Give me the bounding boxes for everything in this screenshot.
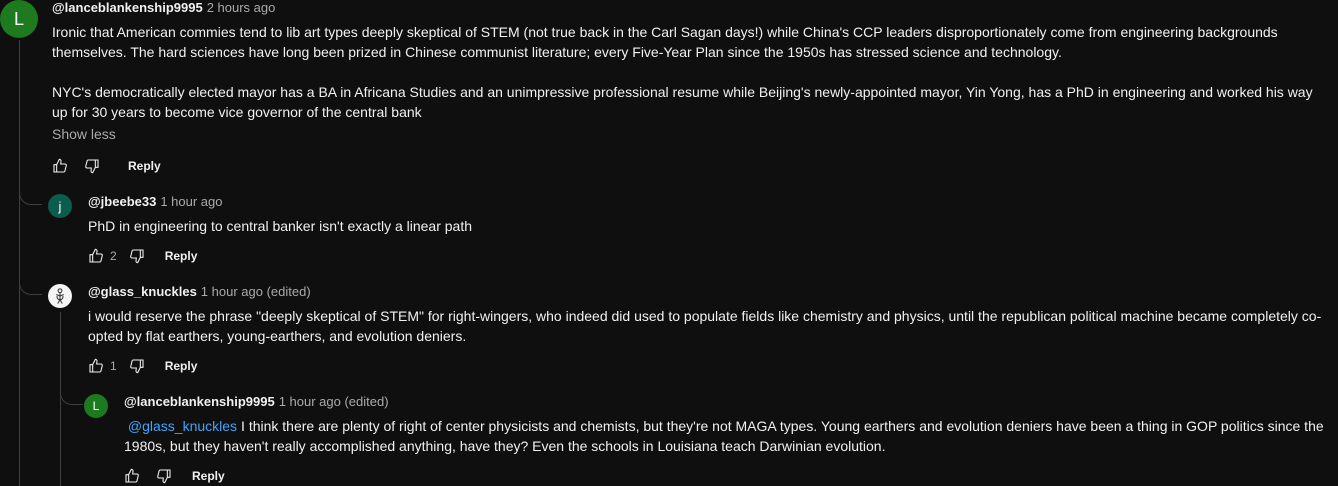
like-count: 1	[110, 359, 117, 373]
dislike-icon[interactable]	[156, 468, 172, 484]
thread-curve-lance-reply	[60, 386, 83, 405]
like-icon[interactable]	[124, 468, 140, 484]
comment-time[interactable]: 1 hour ago	[160, 194, 222, 209]
like-icon[interactable]	[88, 358, 104, 374]
comment: @glass_knuckles 1 hour ago (edited) i wou…	[88, 284, 1328, 346]
comment: @lanceblankenship9995 2 hours ago Ironic …	[52, 0, 1332, 142]
comment-time[interactable]: 1 hour ago (edited)	[201, 284, 311, 299]
reply-button[interactable]: Reply	[165, 249, 198, 263]
comment-actions: Reply	[52, 156, 161, 176]
comment-actions: 1 Reply	[88, 356, 197, 376]
avatar-letter: L	[92, 399, 100, 413]
dislike-icon[interactable]	[84, 158, 100, 174]
avatar-letter: L	[13, 8, 24, 29]
comment-text: i would reserve the phrase "deeply skept…	[88, 308, 1322, 344]
thread-curve-glass	[19, 276, 42, 295]
avatar[interactable]: j	[48, 194, 72, 218]
reply-button[interactable]: Reply	[165, 359, 198, 373]
comment-text: PhD in engineering to central banker isn…	[88, 218, 473, 234]
avatar[interactable]: L	[0, 0, 38, 38]
comment-actions: 2 Reply	[88, 246, 197, 266]
avatar-letter: j	[58, 198, 62, 214]
thread-curve-jbeebe	[19, 186, 42, 205]
author-name[interactable]: @glass_knuckles	[88, 284, 197, 299]
comment-actions: Reply	[124, 466, 225, 486]
author-name[interactable]: @jbeebe33	[88, 194, 156, 209]
reply-button[interactable]: Reply	[128, 159, 161, 173]
comment: @jbeebe33 1 hour ago PhD in engineering t…	[88, 194, 1328, 236]
avatar[interactable]	[48, 284, 72, 308]
comment-paragraph: NYC's democratically elected mayor has a…	[52, 84, 1313, 120]
author-name[interactable]: @lanceblankenship9995	[124, 394, 275, 409]
comment-paragraph: Ironic that American commies tend to lib…	[52, 24, 1278, 60]
show-less-button[interactable]: Show less	[52, 126, 1332, 142]
thread-line-main	[19, 40, 20, 486]
dislike-icon[interactable]	[129, 358, 145, 374]
like-icon[interactable]	[88, 248, 104, 264]
dislike-icon[interactable]	[129, 248, 145, 264]
comment-text: Ironic that American commies tend to lib…	[52, 22, 1332, 122]
like-icon[interactable]	[52, 158, 68, 174]
figure-avatar-icon	[51, 287, 69, 305]
comment-body: I think there are plenty of right of cen…	[124, 418, 1324, 454]
comment: @lanceblankenship9995 1 hour ago (edited)…	[124, 394, 1328, 456]
comment-time[interactable]: 2 hours ago	[207, 0, 276, 15]
comment-time[interactable]: 1 hour ago (edited)	[279, 394, 389, 409]
author-name[interactable]: @lanceblankenship9995	[52, 0, 203, 15]
reply-button[interactable]: Reply	[192, 469, 225, 483]
mention-link[interactable]: @glass_knuckles	[128, 418, 237, 434]
comment-header: @lanceblankenship9995 2 hours ago	[52, 0, 1332, 16]
avatar[interactable]: L	[84, 394, 108, 418]
comment-header: @lanceblankenship9995 1 hour ago (edited)	[124, 394, 1328, 410]
comment-header: @glass_knuckles 1 hour ago (edited)	[88, 284, 1328, 300]
paragraph-spacer	[52, 62, 1332, 82]
like-count: 2	[110, 249, 117, 263]
comment-text: @glass_knuckles I think there are plenty …	[124, 416, 1328, 456]
comment-header: @jbeebe33 1 hour ago	[88, 194, 1328, 210]
